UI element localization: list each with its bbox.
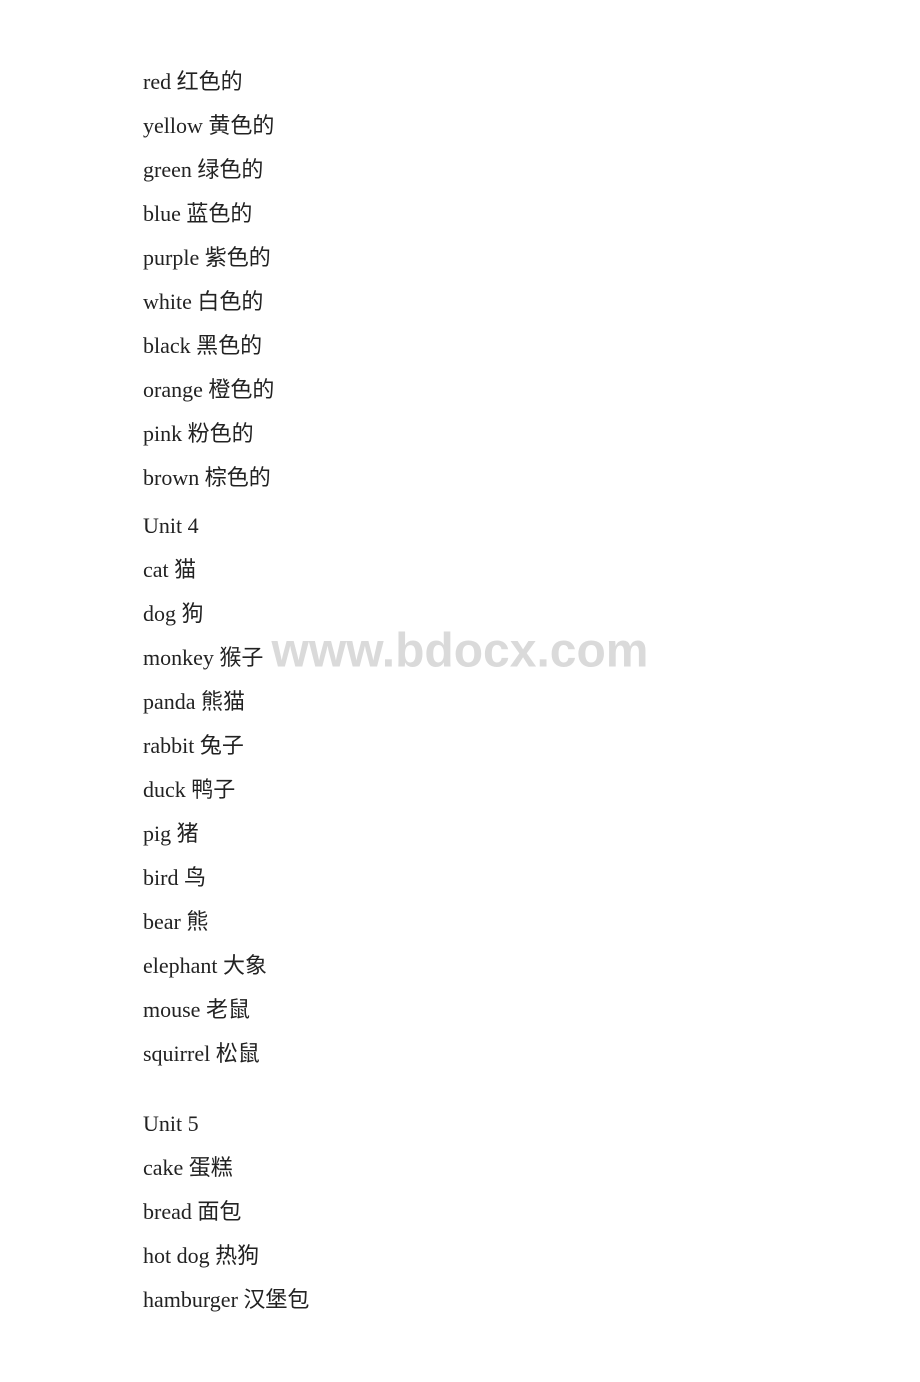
vocab-item: white 白色的 (143, 280, 920, 324)
vocab-item: bear 熊 (143, 900, 920, 944)
unit-header: Unit 5 (143, 1102, 920, 1146)
vocab-item: bird 鸟 (143, 856, 920, 900)
vocab-item: brown 棕色的 (143, 456, 920, 500)
vocab-item: hamburger 汉堡包 (143, 1278, 920, 1322)
vocab-item: green 绿色的 (143, 148, 920, 192)
vocab-item: orange 橙色的 (143, 368, 920, 412)
vocab-item: blue 蓝色的 (143, 192, 920, 236)
vocab-item: cat 猫 (143, 548, 920, 592)
vocab-list: red 红色的yellow 黄色的green 绿色的blue 蓝色的purple… (143, 60, 920, 1322)
vocab-item: cake 蛋糕 (143, 1146, 920, 1190)
vocab-item: monkey 猴子 (143, 636, 920, 680)
vocab-item: red 红色的 (143, 60, 920, 104)
spacer (143, 1076, 920, 1098)
vocab-item: yellow 黄色的 (143, 104, 920, 148)
vocab-item: pink 粉色的 (143, 412, 920, 456)
vocab-item: purple 紫色的 (143, 236, 920, 280)
vocab-item: hot dog 热狗 (143, 1234, 920, 1278)
vocab-item: rabbit 兔子 (143, 724, 920, 768)
unit-header: Unit 4 (143, 504, 920, 548)
vocab-item: mouse 老鼠 (143, 988, 920, 1032)
vocab-item: pig 猪 (143, 812, 920, 856)
vocab-item: bread 面包 (143, 1190, 920, 1234)
vocab-item: elephant 大象 (143, 944, 920, 988)
vocab-item: panda 熊猫 (143, 680, 920, 724)
vocab-item: black 黑色的 (143, 324, 920, 368)
vocab-item: duck 鸭子 (143, 768, 920, 812)
vocab-item: squirrel 松鼠 (143, 1032, 920, 1076)
vocab-item: dog 狗 (143, 592, 920, 636)
